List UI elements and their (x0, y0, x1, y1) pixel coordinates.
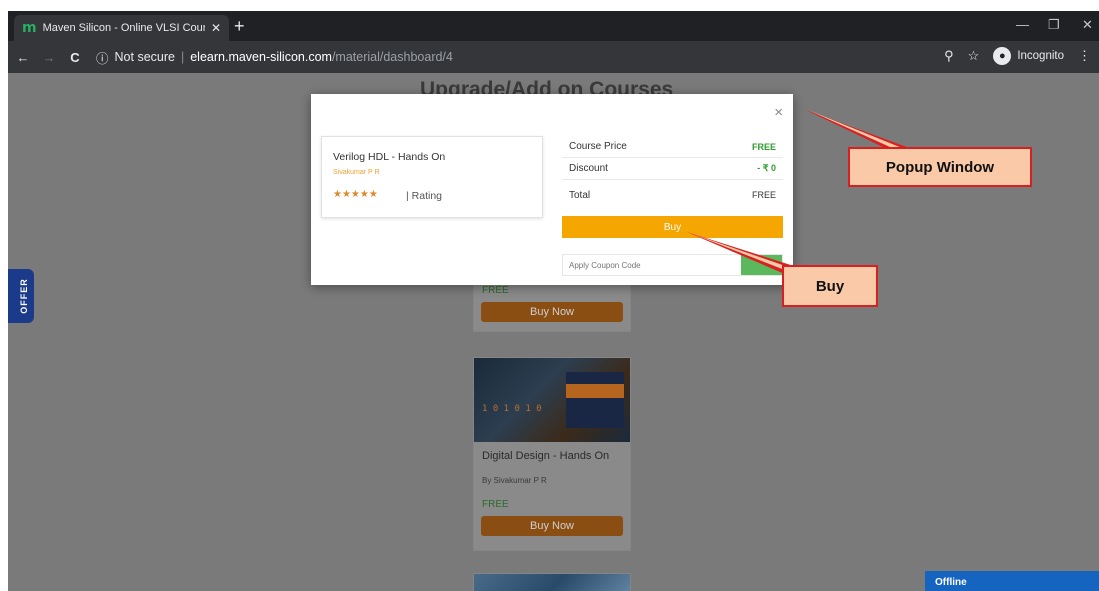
offline-chat-bar[interactable]: Offline (925, 571, 1099, 591)
popup-window-callout: Popup Window (848, 147, 1032, 187)
buy-callout-arrow-fill (690, 233, 797, 274)
buy-callout-label: Buy (815, 277, 845, 295)
buy-callout: Buy (782, 265, 878, 307)
popup-window-callout-label: Popup Window (885, 158, 995, 176)
callout-arrows (687, 110, 915, 278)
